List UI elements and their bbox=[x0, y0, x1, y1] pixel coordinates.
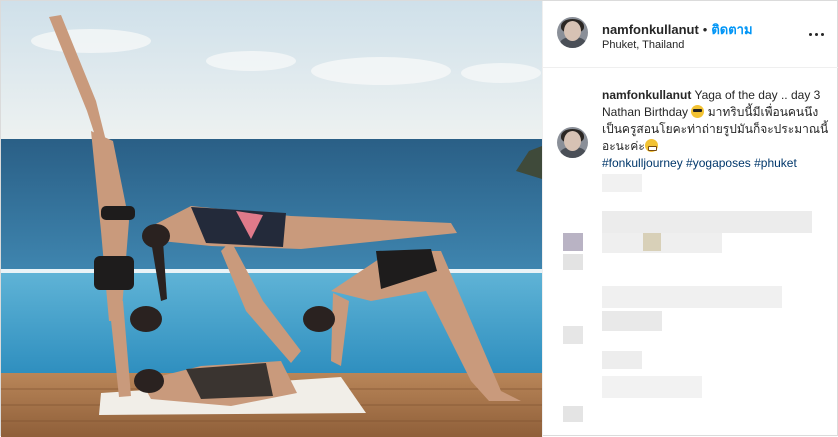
yoga-photo bbox=[1, 1, 542, 437]
ellipsis-icon[interactable] bbox=[809, 23, 827, 36]
username-link[interactable]: namfonkullanut bbox=[602, 22, 699, 37]
post-caption: namfonkullanut Yaga of the day .. day 3 … bbox=[602, 87, 834, 172]
post-photo[interactable] bbox=[1, 1, 542, 437]
sunglasses-emoji-icon bbox=[691, 105, 705, 118]
caption-avatar[interactable] bbox=[557, 127, 588, 158]
location-link[interactable]: Phuket, Thailand bbox=[602, 39, 684, 51]
caption-username-link[interactable]: namfonkullanut bbox=[602, 88, 691, 102]
post-header: namfonkullanut • ติดตาม Phuket, Thailand bbox=[543, 1, 838, 68]
follow-button[interactable]: ติดตาม bbox=[711, 22, 752, 37]
sea bbox=[1, 139, 542, 273]
instagram-post: namfonkullanut • ติดตาม Phuket, Thailand n… bbox=[0, 0, 838, 437]
post-sidebar: namfonkullanut • ติดตาม Phuket, Thailand n… bbox=[542, 1, 838, 437]
user-line: namfonkullanut • ติดตาม bbox=[602, 19, 753, 40]
grimace-emoji-icon bbox=[644, 139, 658, 152]
avatar[interactable] bbox=[557, 17, 588, 48]
blurred-comments bbox=[543, 166, 838, 437]
separator-dot: • bbox=[702, 22, 708, 37]
